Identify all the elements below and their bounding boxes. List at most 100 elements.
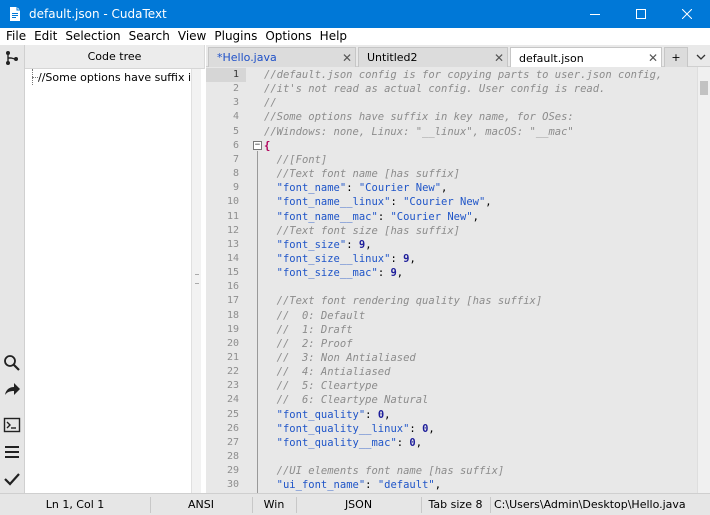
code-line[interactable]: "font_size__mac": 9,	[264, 266, 694, 280]
menu-selection[interactable]: Selection	[61, 28, 124, 45]
search-panel-button[interactable]	[2, 353, 22, 373]
line-number: 13	[226, 238, 239, 250]
line-number: 26	[226, 422, 239, 434]
menu-options[interactable]: Options	[261, 28, 315, 45]
line-number: 6	[232, 139, 239, 151]
line-number: 17	[226, 295, 239, 307]
line-number: 15	[226, 267, 239, 279]
tab-label: *Hello.java	[217, 51, 277, 64]
line-number: 12	[226, 224, 239, 236]
validate-button[interactable]	[2, 469, 22, 489]
tab-menu-button[interactable]	[696, 51, 706, 64]
goto-button[interactable]	[2, 379, 22, 399]
code-line[interactable]: //Text font size [has suffix]	[264, 224, 694, 238]
line-number: 5	[232, 125, 239, 137]
close-button[interactable]	[664, 0, 710, 28]
vertical-scrollbar[interactable]	[697, 67, 710, 493]
tab-untitled2[interactable]: Untitled2 ✕	[358, 47, 508, 67]
menu-search[interactable]: Search	[125, 28, 174, 45]
code-line[interactable]: //Windows: none, Linux: "__linux", macOS…	[264, 125, 694, 139]
code-line[interactable]: {	[264, 139, 694, 153]
tab-close-icon[interactable]: ✕	[491, 51, 507, 65]
code-tree-header: Code tree	[25, 45, 204, 69]
line-number: 4	[232, 111, 239, 123]
code-line[interactable]: "font_quality__mac": 0,	[264, 436, 694, 450]
code-line[interactable]: //Some options have suffix in key name, …	[264, 110, 694, 124]
close-icon	[682, 9, 692, 19]
code-line[interactable]: // 2: Proof	[264, 337, 694, 351]
code-line[interactable]: "font_name": "Courier New",	[264, 181, 694, 195]
code-line[interactable]: "font_size__linux": 9,	[264, 252, 694, 266]
tree-icon	[6, 51, 18, 65]
tree-item[interactable]: //Some options have suffix in key name, …	[28, 69, 196, 85]
menu-icon	[5, 446, 19, 458]
line-number: 29	[226, 465, 239, 477]
panel-splitter[interactable]	[191, 69, 201, 493]
code-line[interactable]: // 3: Non Antialiased	[264, 351, 694, 365]
minimize-icon	[590, 14, 600, 15]
code-line[interactable]: "font_size": 9,	[264, 238, 694, 252]
console-button[interactable]	[2, 415, 22, 435]
line-number: 25	[226, 408, 239, 420]
tree-button[interactable]	[2, 48, 22, 68]
fold-toggle-icon[interactable]: −	[253, 141, 262, 151]
minimize-button[interactable]	[572, 0, 618, 28]
code-line[interactable]: //it's not read as actual config. User c…	[264, 82, 694, 96]
code-line[interactable]	[264, 450, 694, 464]
tab-close-icon[interactable]: ✕	[339, 51, 355, 65]
status-encoding[interactable]: ANSI	[150, 494, 252, 515]
status-bar: Ln 1, Col 1 ANSI Win JSON Tab size 8 C:\…	[0, 493, 710, 515]
code-line[interactable]: "font_quality__linux": 0,	[264, 422, 694, 436]
tab-default-json[interactable]: default.json ✕	[510, 47, 662, 68]
title-bar: default.json - CudaText	[0, 0, 710, 28]
line-number: 28	[226, 451, 239, 463]
tab-close-icon[interactable]: ✕	[645, 51, 661, 65]
maximize-button[interactable]	[618, 0, 664, 28]
tree-scroll-area	[201, 69, 205, 493]
new-tab-button[interactable]: +	[664, 47, 688, 67]
line-number: 21	[226, 352, 239, 363]
grip-icon	[195, 274, 199, 284]
menu-edit[interactable]: Edit	[30, 28, 61, 45]
code-line[interactable]: // 5: Cleartype	[264, 379, 694, 393]
code-line[interactable]: // 1: Draft	[264, 323, 694, 337]
line-number: 11	[226, 210, 239, 222]
status-position[interactable]: Ln 1, Col 1	[0, 494, 150, 515]
maximize-icon	[636, 9, 646, 19]
line-number: 27	[226, 436, 239, 448]
status-line-ending[interactable]: Win	[252, 494, 296, 515]
code-line[interactable]: "font_name__linux": "Courier New",	[264, 195, 694, 209]
menu-plugins[interactable]: Plugins	[210, 28, 261, 45]
menu-file[interactable]: File	[2, 28, 30, 45]
line-number: 9	[232, 182, 239, 194]
output-button[interactable]	[2, 442, 22, 462]
status-tab-size[interactable]: Tab size 8	[421, 494, 490, 515]
code-line[interactable]: // 0: Default	[264, 309, 694, 323]
line-number: 1	[206, 68, 246, 82]
code-line[interactable]: //	[264, 96, 694, 110]
menu-help[interactable]: Help	[316, 28, 351, 45]
menu-view[interactable]: View	[174, 28, 210, 45]
code-line[interactable]: "font_name__mac": "Courier New",	[264, 210, 694, 224]
share-arrow-icon	[5, 383, 20, 395]
code-line[interactable]: //Text font name [has suffix]	[264, 167, 694, 181]
code-line[interactable]: //Text font rendering quality [has suffi…	[264, 294, 694, 308]
scrollbar-thumb[interactable]	[700, 81, 708, 95]
line-number: 2	[232, 83, 239, 95]
code-line[interactable]: // 6: Cleartype Natural	[264, 393, 694, 407]
code-line[interactable]: "ui_font_name": "default",	[264, 478, 694, 492]
tab-hello-java[interactable]: *Hello.java ✕	[208, 47, 356, 67]
code-line[interactable]	[264, 280, 694, 294]
code-editor[interactable]: 1 //default.json config is for copying pa…	[206, 67, 697, 493]
code-line[interactable]: //default.json config is for copying par…	[264, 68, 694, 82]
code-line[interactable]: // 4: Antialiased	[264, 365, 694, 379]
status-lexer[interactable]: JSON	[296, 494, 421, 515]
chevron-down-icon	[696, 54, 706, 60]
line-number: 24	[226, 394, 239, 406]
code-line[interactable]: //UI elements font name [has suffix]	[264, 464, 694, 478]
tree-item-label: //Some options have suffix in key name, …	[38, 70, 196, 84]
line-number: 8	[232, 168, 239, 180]
code-line[interactable]: "font_quality": 0,	[264, 408, 694, 422]
code-line[interactable]: //[Font]	[264, 153, 694, 167]
console-icon	[3, 417, 21, 433]
